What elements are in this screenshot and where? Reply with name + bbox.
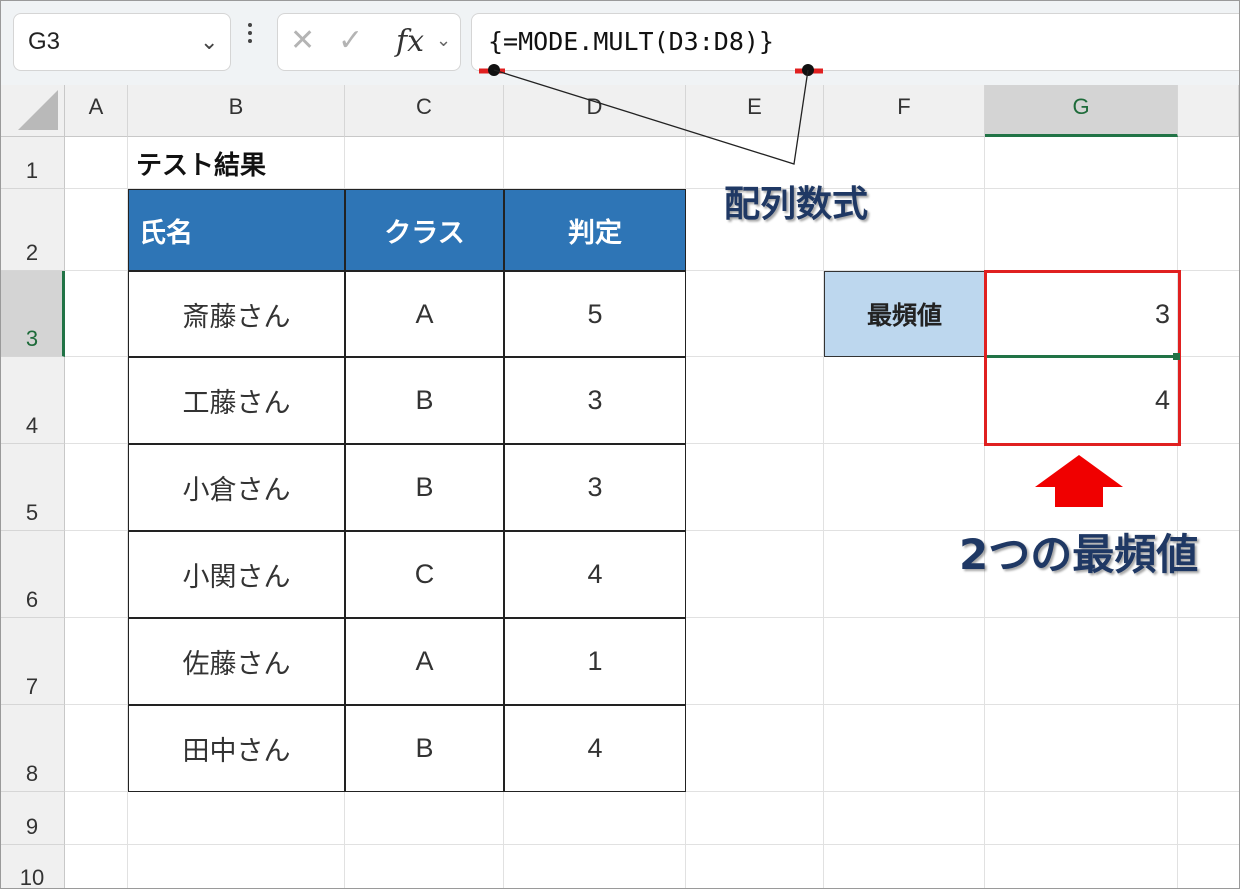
two-modes-annotation: 2つの最頻値	[959, 530, 1199, 579]
callout-leader-line	[493, 69, 809, 165]
excel-window: G3 ⌄ ✕ ✓ fx ⌄ {=MODE.MULT(D3:D8)} ABCDEF…	[0, 0, 1240, 889]
callout-lines	[479, 64, 1123, 507]
array-formula-annotation: 配列数式	[724, 184, 869, 225]
up-arrow-icon	[1035, 455, 1123, 507]
